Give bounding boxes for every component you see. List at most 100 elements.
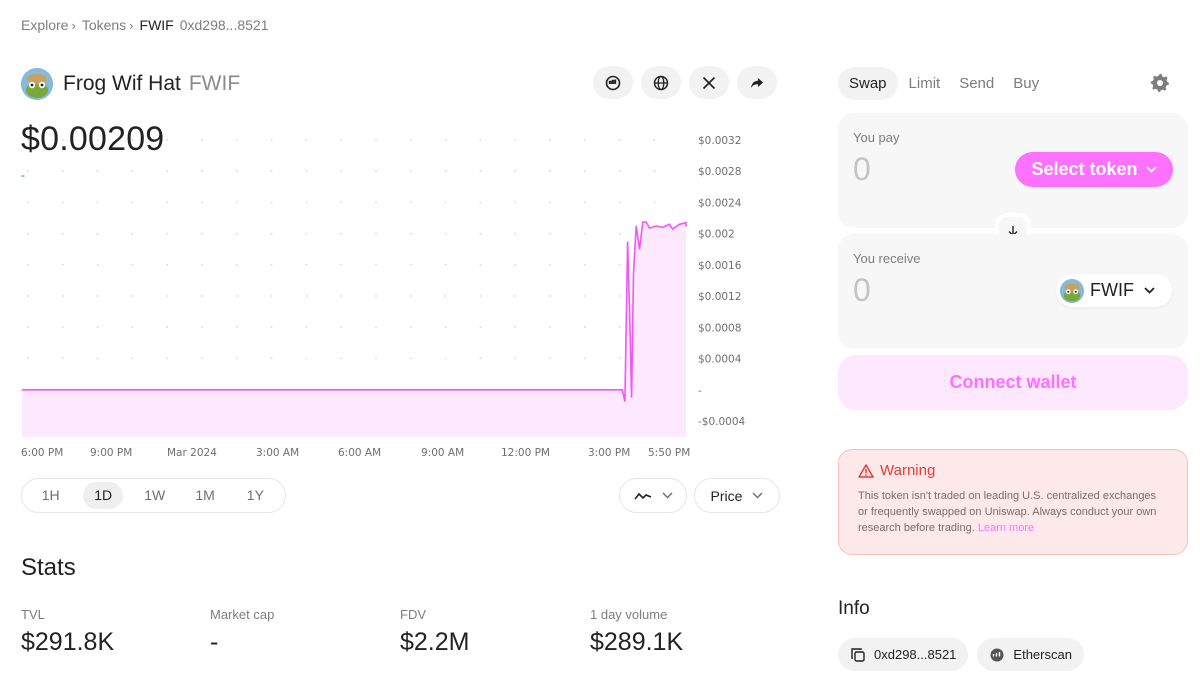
grid-dot [583, 139, 586, 141]
grid-dot [514, 263, 517, 266]
receive-panel: You receive 0 FWIF [838, 234, 1188, 349]
y-tick-label: - [698, 385, 702, 397]
grid-dot [514, 232, 517, 235]
breadcrumb-tokens[interactable]: Tokens [82, 17, 126, 33]
etherscan-button[interactable] [593, 66, 633, 99]
grid-dot [61, 295, 64, 297]
warning-box: Warning This token isn't traded on leadi… [838, 449, 1188, 555]
grid-dot [201, 295, 203, 297]
grid-dot [583, 295, 586, 297]
grid-dot [305, 232, 308, 235]
breadcrumb-address[interactable]: 0xd298...8521 [180, 17, 269, 33]
grid-dot [409, 263, 412, 266]
timeframe-1d[interactable]: 1D [83, 482, 124, 509]
stat-value: $2.2M [400, 628, 470, 656]
price-area-fill [22, 222, 686, 437]
tab-limit[interactable]: Limit [909, 75, 941, 92]
pay-amount-input[interactable]: 0 [853, 151, 871, 188]
chart-grid [27, 139, 656, 422]
x-axis: 6:00 PM 9:00 PM Mar 2024 3:00 AM 6:00 AM 9:00… [21, 447, 690, 459]
grid-dot [583, 201, 586, 204]
receive-amount-input[interactable]: 0 [853, 272, 871, 309]
stat-label: TVL [21, 607, 45, 622]
grid-dot [61, 139, 64, 141]
grid-dot [375, 170, 377, 173]
token-logo [1060, 278, 1084, 303]
grid-dot [201, 201, 203, 204]
grid-dot [514, 326, 517, 329]
grid-dot [479, 326, 482, 329]
contract-address: 0xd298...8521 [874, 647, 957, 662]
stat-tvl: TVL $291.8K [21, 607, 114, 657]
grid-dot [549, 139, 551, 141]
grid-dot [583, 357, 586, 360]
grid-dot [166, 201, 169, 204]
breadcrumb-explore[interactable]: Explore [21, 17, 68, 33]
timeframe-1m[interactable]: 1M [180, 482, 229, 509]
grid-dot [96, 263, 99, 266]
x-tick-label: 12:00 PM [501, 447, 550, 459]
grid-dot [305, 201, 308, 204]
grid-dot [409, 232, 412, 235]
etherscan-chip[interactable]: Etherscan [977, 638, 1084, 671]
y-tick-label: $0.0024 [698, 197, 742, 209]
tab-swap[interactable]: Swap [838, 67, 898, 100]
twitter-button[interactable] [689, 66, 729, 99]
grid-dot [61, 201, 64, 204]
stat-label: FDV [400, 607, 426, 622]
grid-dot [235, 139, 238, 141]
receive-token-selector[interactable]: FWIF [1056, 274, 1172, 307]
grid-dot [96, 170, 99, 173]
stat-volume: 1 day volume $289.1K [590, 607, 683, 657]
grid-dot [583, 232, 586, 235]
grid-dot [583, 263, 586, 266]
warning-text: This token isn't traded on leading U.S. … [858, 488, 1168, 536]
grid-dot [270, 201, 273, 204]
grid-dot [201, 139, 203, 141]
tab-send[interactable]: Send [959, 75, 994, 92]
price-metric-dropdown[interactable]: Price [694, 478, 780, 513]
grid-dot [61, 326, 64, 329]
grid-dot [583, 326, 586, 329]
grid-dot [96, 139, 99, 141]
grid-dot [618, 357, 621, 360]
chart-type-dropdown[interactable] [619, 478, 687, 513]
share-button[interactable] [737, 66, 777, 99]
grid-dot [201, 232, 203, 235]
stat-fdv: FDV $2.2M [400, 607, 469, 657]
website-button[interactable] [641, 66, 681, 99]
grid-dot [479, 139, 482, 141]
x-tick-label: 6:00 AM [338, 447, 381, 459]
grid-dot [444, 232, 447, 235]
grid-dot [305, 170, 308, 173]
grid-dot [166, 326, 169, 329]
grid-dot [409, 295, 412, 297]
select-token-button[interactable]: Select token [1015, 152, 1173, 187]
grid-dot [27, 295, 29, 297]
grid-dot [479, 357, 482, 360]
grid-dot [375, 326, 377, 329]
grid-dot [444, 170, 447, 173]
grid-dot [479, 295, 482, 297]
x-tick-label: 9:00 PM [90, 447, 132, 459]
grid-dot [618, 139, 621, 141]
learn-more-link[interactable]: Learn more [978, 522, 1034, 534]
x-tick-label: 6:00 PM [21, 447, 63, 459]
copy-address-chip[interactable]: 0xd298...8521 [838, 638, 969, 671]
stat-label: 1 day volume [590, 607, 668, 622]
timeframe-1h[interactable]: 1H [26, 482, 75, 509]
gear-icon[interactable] [1150, 73, 1170, 93]
grid-dot [479, 232, 482, 235]
breadcrumb-separator: › [71, 17, 76, 33]
x-twitter-icon [702, 76, 716, 89]
etherscan-icon [605, 75, 621, 90]
price-chart[interactable]: $0.0032 $0.0028 $0.0024 $0.002 $0.0016 $0.001… [0, 125, 790, 465]
timeframe-1y[interactable]: 1Y [231, 482, 280, 509]
grid-dot [305, 357, 308, 360]
connect-wallet-button[interactable]: Connect wallet [838, 355, 1188, 410]
grid-dot [166, 295, 169, 297]
timeframe-1w[interactable]: 1W [130, 482, 179, 509]
grid-dot [27, 326, 29, 329]
tab-buy[interactable]: Buy [1013, 75, 1039, 92]
grid-dot [131, 232, 134, 235]
